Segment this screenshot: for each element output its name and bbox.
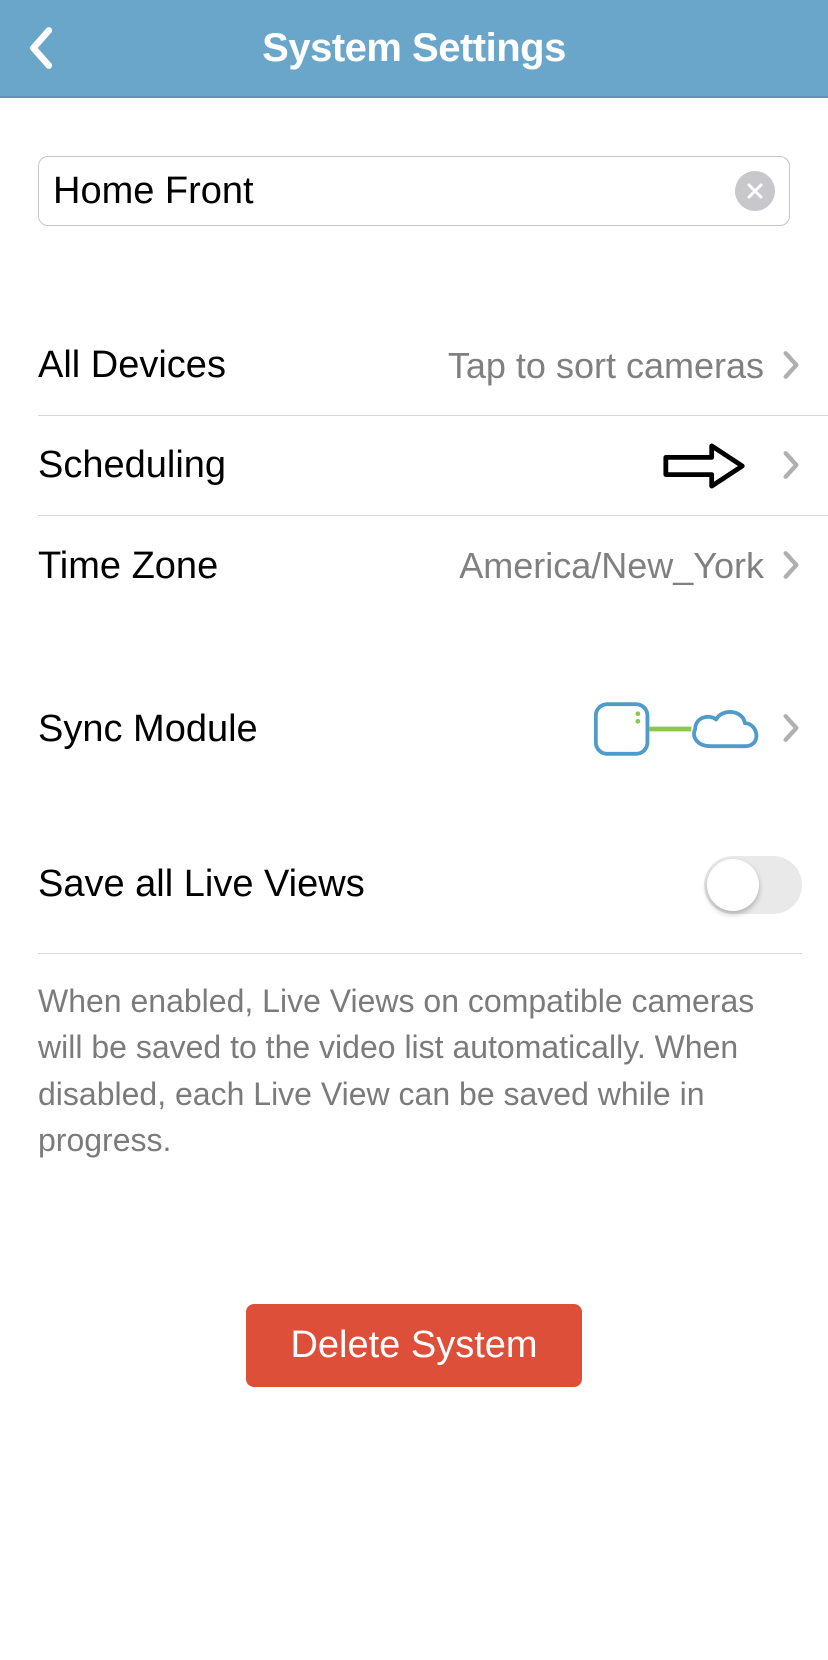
row-save-live-views: Save all Live Views [38,844,802,954]
row-scheduling[interactable]: Scheduling [38,416,828,516]
sync-module-cloud-icon [592,699,764,759]
header-bar: System Settings [0,0,828,98]
chevron-right-icon [782,450,802,482]
chevron-right-icon [782,713,802,745]
save-live-views-toggle[interactable] [704,856,802,914]
row-label-time-zone: Time Zone [38,545,218,588]
row-label-all-devices: All Devices [38,344,226,387]
row-value-all-devices: Tap to sort cameras [448,345,764,387]
delete-system-button[interactable]: Delete System [246,1304,581,1387]
system-name-input[interactable] [53,170,735,213]
arrow-right-icon [662,439,748,493]
system-name-field-wrap [38,156,790,226]
row-time-zone[interactable]: Time Zone America/New_York [38,516,828,616]
chevron-right-icon [782,350,802,382]
row-all-devices[interactable]: All Devices Tap to sort cameras [38,316,828,416]
clear-input-button[interactable] [735,171,775,211]
page-title: System Settings [262,26,566,71]
row-label-save-live-views: Save all Live Views [38,863,365,906]
row-label-sync-module: Sync Module [38,708,258,751]
row-value-time-zone: America/New_York [459,545,764,587]
save-live-views-description: When enabled, Live Views on compatible c… [38,954,802,1164]
row-sync-module[interactable]: Sync Module [38,674,828,784]
chevron-right-icon [782,550,802,582]
back-button[interactable] [18,20,62,76]
toggle-knob [707,859,759,911]
row-label-scheduling: Scheduling [38,444,226,487]
